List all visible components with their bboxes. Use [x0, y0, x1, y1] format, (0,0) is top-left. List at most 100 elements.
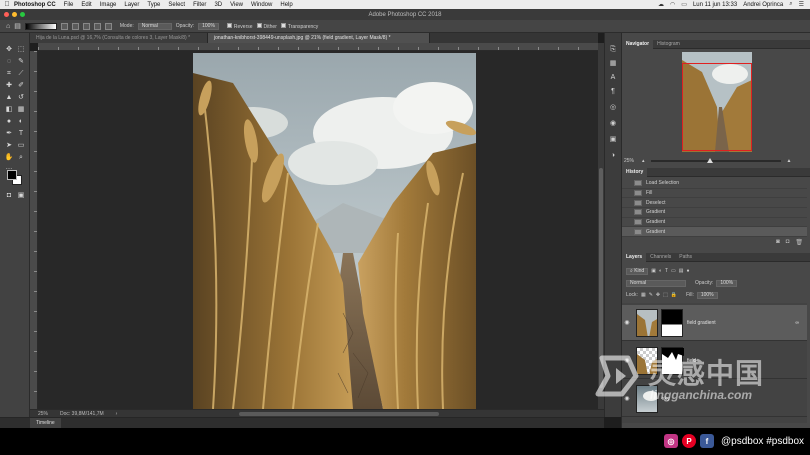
layer-name[interactable]: field [687, 358, 696, 364]
menu-filter[interactable]: Filter [193, 2, 206, 8]
user-name[interactable]: Andrei Oprinca [743, 2, 783, 8]
diamond-gradient-button[interactable] [104, 22, 112, 30]
layer-name[interactable]: field gradient [687, 320, 716, 326]
marquee-tool-icon[interactable]: ⬚ [16, 45, 26, 54]
layer-opacity-field[interactable]: 100% [716, 279, 738, 287]
reverse-option[interactable]: Reverse [226, 22, 253, 30]
color-swatches[interactable] [5, 168, 23, 186]
history-item-selected[interactable]: Gradient [622, 227, 807, 238]
move-tool-icon[interactable]: ✥ [4, 45, 14, 54]
history-item[interactable]: Deselect [622, 198, 807, 209]
layer-thumbnail[interactable] [636, 308, 658, 337]
home-icon[interactable]: ⌂ [6, 23, 10, 30]
libraries-panel-icon[interactable]: ◉ [608, 119, 618, 129]
filter-toggle-icon[interactable]: ● [687, 268, 690, 274]
lock-paint-icon[interactable]: ✎ [649, 292, 653, 298]
navigator-zoom-value[interactable]: 25% [624, 158, 634, 164]
dither-option[interactable]: Dither [256, 22, 277, 30]
color-panel-icon[interactable]: ◑ [608, 151, 618, 161]
crop-tool-icon[interactable]: ⌗ [4, 69, 14, 78]
dodge-tool-icon[interactable]: ◐ [16, 117, 26, 126]
menu-edit[interactable]: Edit [81, 2, 91, 8]
gradient-tool-icon[interactable]: ▤ [14, 22, 21, 30]
type-tool-icon[interactable]: T [16, 129, 26, 138]
tab-channels[interactable]: Channels [646, 253, 675, 262]
reverse-checkbox[interactable] [226, 22, 232, 28]
brush-tool-icon[interactable]: ✐ [16, 81, 26, 90]
apple-icon[interactable]:  [0, 1, 14, 8]
blur-tool-icon[interactable]: ● [4, 117, 14, 126]
blend-mode-select[interactable]: Normal [626, 279, 686, 287]
layer-name[interactable]: sky [662, 396, 670, 402]
tab-paths[interactable]: Paths [675, 253, 696, 262]
pinterest-icon[interactable]: P [682, 434, 697, 448]
app-menu[interactable]: Photoshop CC [14, 2, 56, 8]
camera-icon[interactable]: ◘ [786, 239, 790, 247]
zoom-level[interactable]: 25% [38, 411, 48, 417]
styles-panel-icon[interactable]: ▣ [608, 135, 618, 145]
battery-icon[interactable]: ▭ [681, 1, 687, 8]
tab-history[interactable]: History [622, 168, 648, 177]
radial-gradient-button[interactable] [71, 22, 79, 30]
zoom-out-icon[interactable]: ▴ [642, 158, 645, 164]
layer-kind-filter[interactable]: ⌕ Kind [626, 267, 649, 275]
wifi-icon[interactable]: ◠ [670, 1, 675, 8]
clock[interactable]: Lun 11 jun 13:33 [693, 2, 737, 8]
timeline-tab[interactable]: Timeline [30, 418, 61, 428]
reflected-gradient-button[interactable] [93, 22, 101, 30]
menu-select[interactable]: Select [168, 2, 185, 8]
path-select-icon[interactable]: ➤ [4, 141, 14, 150]
history-item[interactable]: Gradient [622, 218, 807, 228]
lock-all-icon[interactable]: 🔒 [671, 292, 677, 298]
new-snapshot-icon[interactable]: ◙ [776, 239, 780, 247]
menu-type[interactable]: Type [147, 2, 160, 8]
menu-view[interactable]: View [230, 2, 243, 8]
pen-tool-icon[interactable]: ✒ [4, 129, 14, 138]
tab-hija-de-la-luna[interactable]: Hija de la Luna.psd @ 16,7% (Consulta de… [30, 33, 208, 43]
screen-mode-icon[interactable]: ▣ [16, 191, 26, 200]
layer-row-sky[interactable]: ◉ sky [622, 381, 807, 417]
menu-image[interactable]: Image [100, 2, 117, 8]
layer-fill-field[interactable]: 100% [696, 291, 718, 299]
healing-tool-icon[interactable]: ✚ [4, 81, 14, 90]
layer-thumbnail[interactable] [636, 384, 658, 413]
paragraph-panel-icon[interactable]: ¶ [608, 87, 618, 97]
filter-type-icon[interactable]: T [665, 268, 668, 274]
visibility-eye-icon[interactable]: ◉ [622, 395, 632, 402]
lock-pixels-icon[interactable]: ▦ [641, 292, 646, 298]
status-arrow-icon[interactable]: › [116, 411, 118, 417]
visibility-eye-icon[interactable]: ◉ [622, 319, 632, 326]
menu-3d[interactable]: 3D [214, 2, 222, 8]
history-item[interactable]: Fill [622, 189, 807, 199]
search-icon[interactable]: ⌕ [789, 1, 792, 8]
gradient-picker[interactable] [24, 22, 57, 30]
layer-mask-thumbnail[interactable] [661, 308, 683, 337]
layer-thumbnail[interactable] [636, 346, 658, 375]
transparency-checkbox[interactable] [280, 22, 286, 28]
layer-link-icon[interactable]: ∞ [795, 320, 799, 326]
menu-layer[interactable]: Layer [124, 2, 139, 8]
transparency-option[interactable]: Transparency [280, 22, 318, 30]
lock-artboard-icon[interactable]: ⬚ [663, 292, 668, 298]
filter-smart-icon[interactable]: ▤ [679, 268, 684, 274]
layer-mask-thumbnail[interactable] [661, 346, 684, 375]
zoom-tool-icon[interactable]: ⌕ [16, 153, 26, 162]
opacity-field[interactable]: 100% [198, 22, 219, 30]
shape-tool-icon[interactable]: ▭ [16, 141, 26, 150]
facebook-icon[interactable]: f [700, 434, 715, 448]
quick-select-tool-icon[interactable]: ✎ [16, 57, 26, 66]
trash-icon[interactable]: 🗑 [795, 239, 803, 247]
tab-layers[interactable]: Layers [622, 253, 647, 262]
quick-mask-icon[interactable]: ◘ [4, 191, 14, 200]
angle-gradient-button[interactable] [82, 22, 90, 30]
eraser-tool-icon[interactable]: ◧ [4, 105, 14, 114]
lasso-tool-icon[interactable]: ◌ [4, 57, 14, 66]
document-photo[interactable] [193, 53, 476, 409]
history-item[interactable]: Gradient [622, 208, 807, 218]
document-size[interactable]: Doc: 39,8M/141,7M [60, 411, 104, 417]
gradient-tool-icon[interactable]: ▦ [16, 105, 26, 114]
linear-gradient-button[interactable] [60, 22, 68, 30]
menu-file[interactable]: File [64, 2, 74, 8]
foreground-color-swatch[interactable] [7, 170, 17, 180]
menu-window[interactable]: Window [251, 2, 272, 8]
